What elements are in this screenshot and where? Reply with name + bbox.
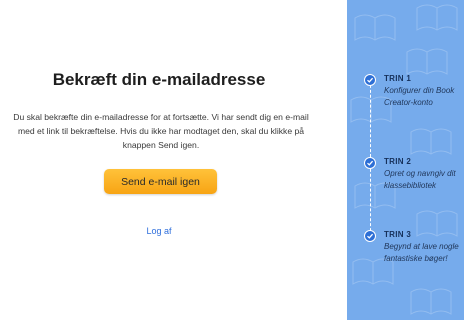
logout-link[interactable]: Log af: [0, 226, 318, 236]
step-description: Konfigurer din Book Creator-konto: [384, 86, 455, 107]
page-title: Bekræft din e-mailadresse: [52, 70, 266, 89]
step-label: TRIN 2: [384, 157, 412, 166]
verify-email-panel: Bekræft din e-mailadresse Du skal bekræf…: [0, 0, 330, 320]
check-icon: [364, 157, 376, 169]
check-icon: [364, 74, 376, 86]
check-icon: [364, 230, 376, 242]
step-description: Begynd at lave nogle fantastiske bøger!: [384, 242, 459, 263]
resend-email-button[interactable]: Send e-mail igen: [104, 169, 217, 194]
step-label: TRIN 1: [384, 74, 412, 83]
step-label: TRIN 3: [384, 230, 412, 239]
verification-description: Du skal bekræfte din e-mailadresse for a…: [13, 112, 309, 150]
step-description: Opret og navngiv dit klassebibliotek: [384, 169, 456, 190]
